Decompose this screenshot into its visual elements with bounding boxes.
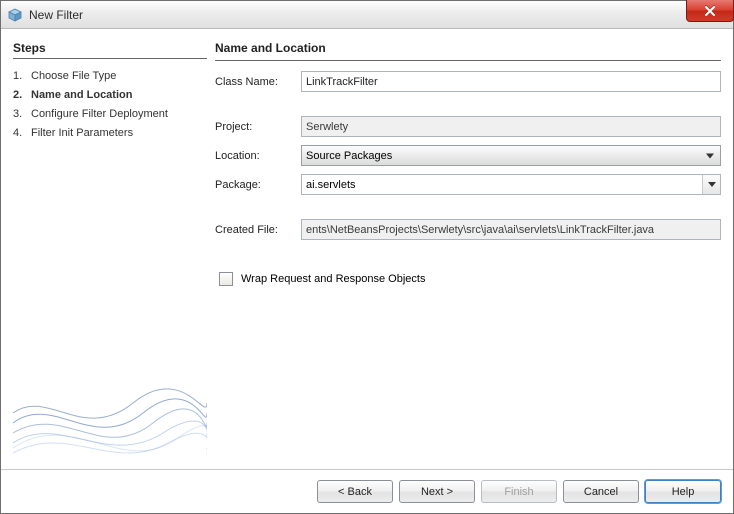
classname-label: Class Name: bbox=[215, 76, 297, 88]
createdfile-row: Created File: ents\NetBeansProjects\Serw… bbox=[215, 219, 721, 240]
steps-heading: Steps bbox=[13, 41, 207, 55]
package-combo[interactable]: ai.servlets bbox=[301, 174, 721, 195]
classname-input[interactable] bbox=[301, 71, 721, 92]
project-field: Serwlety bbox=[301, 116, 721, 137]
steps-panel: Steps 1. Choose File Type 2. Name and Lo… bbox=[13, 41, 207, 463]
step-item: 3. Configure Filter Deployment bbox=[13, 105, 207, 124]
step-num: 3. bbox=[13, 107, 31, 122]
createdfile-field: ents\NetBeansProjects\Serwlety\src\java\… bbox=[301, 219, 721, 240]
wrap-checkbox[interactable] bbox=[219, 272, 233, 286]
step-label: Filter Init Parameters bbox=[31, 126, 207, 141]
step-num: 2. bbox=[13, 88, 31, 103]
location-row: Location: Source Packages bbox=[215, 145, 721, 166]
combo-dropdown-button[interactable] bbox=[702, 175, 720, 194]
step-label: Configure Filter Deployment bbox=[31, 107, 207, 122]
divider bbox=[13, 58, 207, 59]
location-select[interactable]: Source Packages bbox=[301, 145, 721, 166]
titlebar[interactable]: New Filter bbox=[1, 1, 733, 29]
content-area: Steps 1. Choose File Type 2. Name and Lo… bbox=[1, 29, 733, 469]
form-area: Class Name: Project: Serwlety Location: … bbox=[215, 69, 721, 286]
next-button[interactable]: Next > bbox=[399, 480, 475, 503]
location-label: Location: bbox=[215, 150, 297, 162]
package-value: ai.servlets bbox=[306, 179, 356, 191]
project-label: Project: bbox=[215, 121, 297, 133]
cancel-button[interactable]: Cancel bbox=[563, 480, 639, 503]
main-heading: Name and Location bbox=[215, 41, 721, 55]
step-item: 4. Filter Init Parameters bbox=[13, 124, 207, 143]
help-button[interactable]: Help bbox=[645, 480, 721, 503]
button-bar: < Back Next > Finish Cancel Help bbox=[1, 469, 733, 513]
chevron-down-icon bbox=[708, 182, 716, 187]
step-label: Name and Location bbox=[31, 88, 207, 103]
window-title: New Filter bbox=[29, 8, 83, 22]
step-num: 4. bbox=[13, 126, 31, 141]
project-row: Project: Serwlety bbox=[215, 116, 721, 137]
createdfile-value: ents\NetBeansProjects\Serwlety\src\java\… bbox=[306, 224, 654, 236]
steps-list: 1. Choose File Type 2. Name and Location… bbox=[13, 67, 207, 142]
close-icon bbox=[704, 5, 716, 17]
divider bbox=[215, 60, 721, 61]
package-row: Package: ai.servlets bbox=[215, 174, 721, 195]
main-panel: Name and Location Class Name: Project: S… bbox=[215, 41, 721, 463]
classname-row: Class Name: bbox=[215, 71, 721, 92]
finish-button: Finish bbox=[481, 480, 557, 503]
cube-icon bbox=[7, 7, 23, 23]
back-button[interactable]: < Back bbox=[317, 480, 393, 503]
step-num: 1. bbox=[13, 69, 31, 84]
createdfile-label: Created File: bbox=[215, 224, 297, 236]
package-label: Package: bbox=[215, 179, 297, 191]
wrap-label: Wrap Request and Response Objects bbox=[241, 273, 425, 285]
location-value: Source Packages bbox=[306, 150, 392, 162]
close-button[interactable] bbox=[686, 0, 734, 22]
step-item: 2. Name and Location bbox=[13, 86, 207, 105]
step-label: Choose File Type bbox=[31, 69, 207, 84]
project-value: Serwlety bbox=[306, 121, 348, 133]
step-item: 1. Choose File Type bbox=[13, 67, 207, 86]
chevron-down-icon bbox=[706, 153, 714, 158]
dialog-window: New Filter Steps 1. Choose File Type 2. … bbox=[0, 0, 734, 514]
wrap-row: Wrap Request and Response Objects bbox=[219, 272, 721, 286]
decorative-waves bbox=[13, 353, 207, 463]
